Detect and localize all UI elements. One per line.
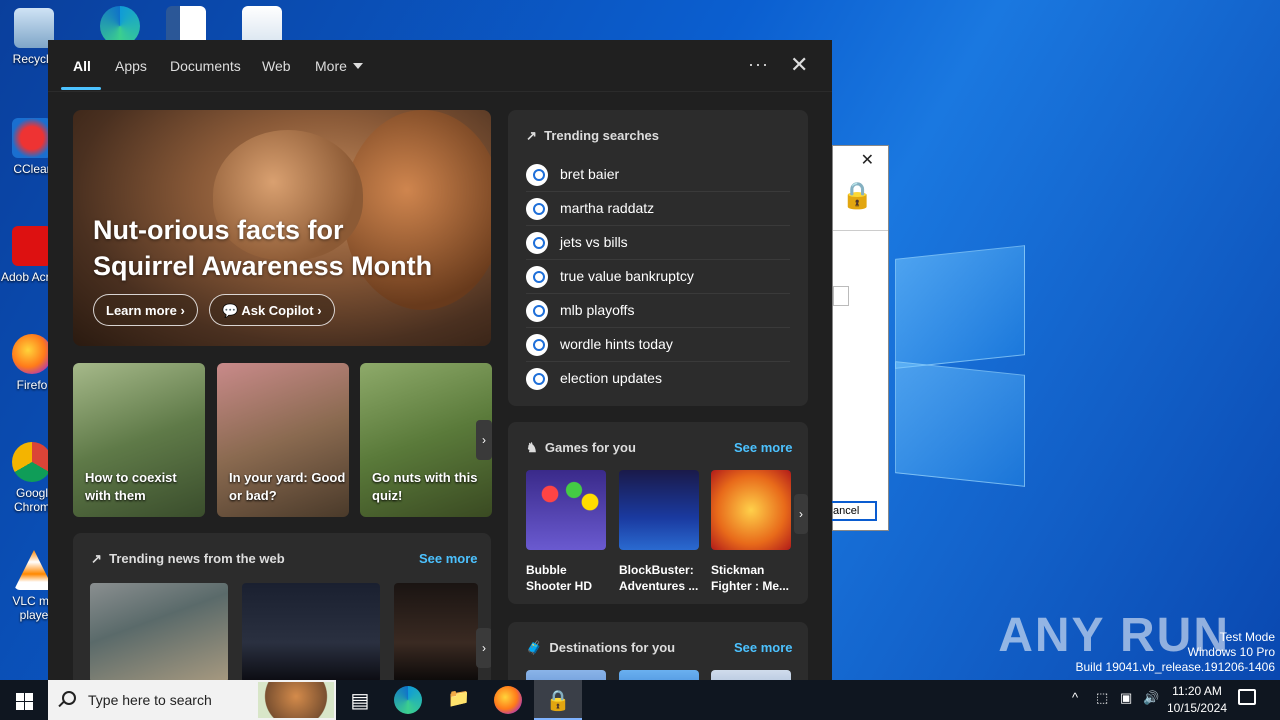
search-highlight-image [258, 682, 334, 718]
card-coexist[interactable]: How to coexist with them [73, 363, 205, 517]
games-next-arrow[interactable]: › [794, 494, 808, 534]
trending-item[interactable]: mlb playoffs [526, 294, 790, 328]
card-yard[interactable]: In your yard: Good or bad? [217, 363, 349, 517]
search-icon [526, 164, 548, 186]
start-button[interactable] [0, 680, 48, 720]
dialog-cancel-button[interactable]: ancel [829, 501, 877, 521]
task-view-icon[interactable]: ▤ [344, 684, 376, 716]
dialog-close-icon[interactable]: ✕ [861, 150, 874, 170]
blockbuster-image [619, 470, 699, 550]
firefox-taskbar-icon[interactable] [494, 686, 522, 714]
file-explorer-icon[interactable]: 📁 [443, 684, 475, 716]
action-center-icon[interactable] [1238, 689, 1256, 705]
tab-web[interactable]: Web [262, 58, 291, 74]
clock[interactable]: 11:20 AM 10/15/2024 [1160, 683, 1234, 717]
background-dialog: ✕ 🔒 ancel [829, 145, 889, 531]
games-title: ♞ Games for you [526, 440, 636, 455]
close-icon[interactable]: ✕ [790, 52, 808, 78]
game-tile[interactable]: Stickman Fighter : Me... [711, 470, 791, 594]
hero-card[interactable]: Nut-orious facts for Squirrel Awareness M… [73, 110, 491, 346]
destinations-see-more-link[interactable]: See more [734, 640, 793, 655]
tab-documents[interactable]: Documents [170, 58, 241, 74]
trending-item[interactable]: true value bankruptcy [526, 260, 790, 294]
games-see-more-link[interactable]: See more [734, 440, 793, 455]
show-hidden-icons-chevron-up-icon[interactable]: ^ [1072, 690, 1078, 705]
games-section: ♞ Games for you See more Bubble Shooter … [508, 422, 808, 604]
search-icon [526, 232, 548, 254]
game-tile[interactable]: Bubble Shooter HD [526, 470, 606, 594]
card-caption: Go nuts with this quiz! [372, 470, 478, 503]
chevron-right-icon: › [317, 303, 322, 318]
search-panel: All Apps Documents Web More ··· ✕ Nut-or… [48, 40, 832, 693]
wifi-lock-icon: 🔒 [841, 180, 874, 210]
search-icon [526, 198, 548, 220]
chevron-right-icon: › [799, 507, 803, 521]
trending-item[interactable]: martha raddatz [526, 192, 790, 226]
chevron-right-icon: › [482, 641, 486, 655]
wifi-app-taskbar-icon[interactable]: 🔒 [534, 680, 582, 720]
windows-logo-wallpaper [895, 240, 1030, 487]
news-next-arrow[interactable]: › [476, 628, 491, 668]
search-placeholder: Type here to search [88, 692, 212, 708]
test-mode-text: Test Mode Windows 10 Pro Build 19041.vb_… [1075, 630, 1276, 674]
trending-news-title: ↗ Trending news from the web [91, 551, 285, 566]
hero-title: Nut-orious facts for Squirrel Awareness M… [93, 215, 433, 281]
game-tile[interactable]: BlockBuster: Adventures ... [619, 470, 699, 594]
card-quiz[interactable]: Go nuts with this quiz! [360, 363, 492, 517]
chevron-down-icon [352, 63, 363, 69]
chevron-right-icon: › [180, 303, 185, 318]
trending-item[interactable]: bret baier [526, 158, 790, 192]
tab-more[interactable]: More [315, 58, 363, 74]
search-icon [526, 334, 548, 356]
news-thumb[interactable] [242, 583, 380, 683]
acrobat-icon [12, 226, 52, 266]
ccleaner-icon [12, 118, 52, 158]
search-icon [526, 368, 548, 390]
dialog-header: ✕ 🔒 [833, 146, 888, 231]
game-pieces-icon: ♞ [526, 440, 538, 455]
windows-icon [16, 693, 24, 701]
card-caption: In your yard: Good or bad? [229, 470, 346, 503]
tab-all[interactable]: All [73, 58, 91, 74]
network-icon[interactable]: ▣ [1120, 690, 1132, 706]
volume-icon[interactable]: 🔊 [1143, 690, 1159, 706]
search-icon [62, 691, 76, 705]
trending-item[interactable]: jets vs bills [526, 226, 790, 260]
chevron-right-icon: › [482, 433, 486, 447]
trending-up-icon: ↗ [526, 128, 537, 143]
news-see-more-link[interactable]: See more [419, 551, 478, 566]
search-tabs: All Apps Documents Web More ··· ✕ [48, 40, 832, 92]
trending-searches-section: ↗ Trending searches bret baier martha ra… [508, 110, 808, 406]
ask-copilot-button[interactable]: 💬 Ask Copilot › [209, 294, 335, 326]
chrome-icon [12, 442, 52, 482]
tab-apps[interactable]: Apps [115, 58, 147, 74]
stickman-fighter-image [711, 470, 791, 550]
trending-searches-title: ↗ Trending searches [526, 128, 660, 143]
learn-more-button[interactable]: Learn more › [93, 294, 198, 326]
firefox-icon [12, 334, 52, 374]
search-icon [526, 266, 548, 288]
edge-taskbar-icon[interactable] [394, 686, 422, 714]
trending-item[interactable]: wordle hints today [526, 328, 790, 362]
luggage-icon: 🧳 [526, 640, 543, 655]
taskbar: Type here to search ▤ 📁 🔒 ^ ⬚ ▣ 🔊 11:20 … [0, 680, 1280, 720]
dialog-input-field[interactable] [833, 286, 849, 306]
bubble-shooter-image [526, 470, 606, 550]
trending-news-section: ↗ Trending news from the web See more › [73, 533, 491, 693]
cards-next-arrow[interactable]: › [476, 420, 492, 460]
news-thumb[interactable] [394, 583, 478, 683]
more-options-icon[interactable]: ··· [748, 54, 769, 75]
destinations-title: 🧳 Destinations for you [526, 640, 676, 655]
trending-up-icon: ↗ [91, 551, 102, 566]
taskbar-search-box[interactable]: Type here to search [48, 680, 336, 720]
chat-bubble-icon: 💬 [222, 303, 239, 318]
search-icon [526, 300, 548, 322]
news-thumb[interactable] [90, 583, 228, 683]
active-tab-indicator [61, 87, 101, 90]
trending-item[interactable]: election updates [526, 362, 790, 396]
usb-device-icon[interactable]: ⬚ [1096, 690, 1108, 706]
card-caption: How to coexist with them [85, 470, 177, 503]
